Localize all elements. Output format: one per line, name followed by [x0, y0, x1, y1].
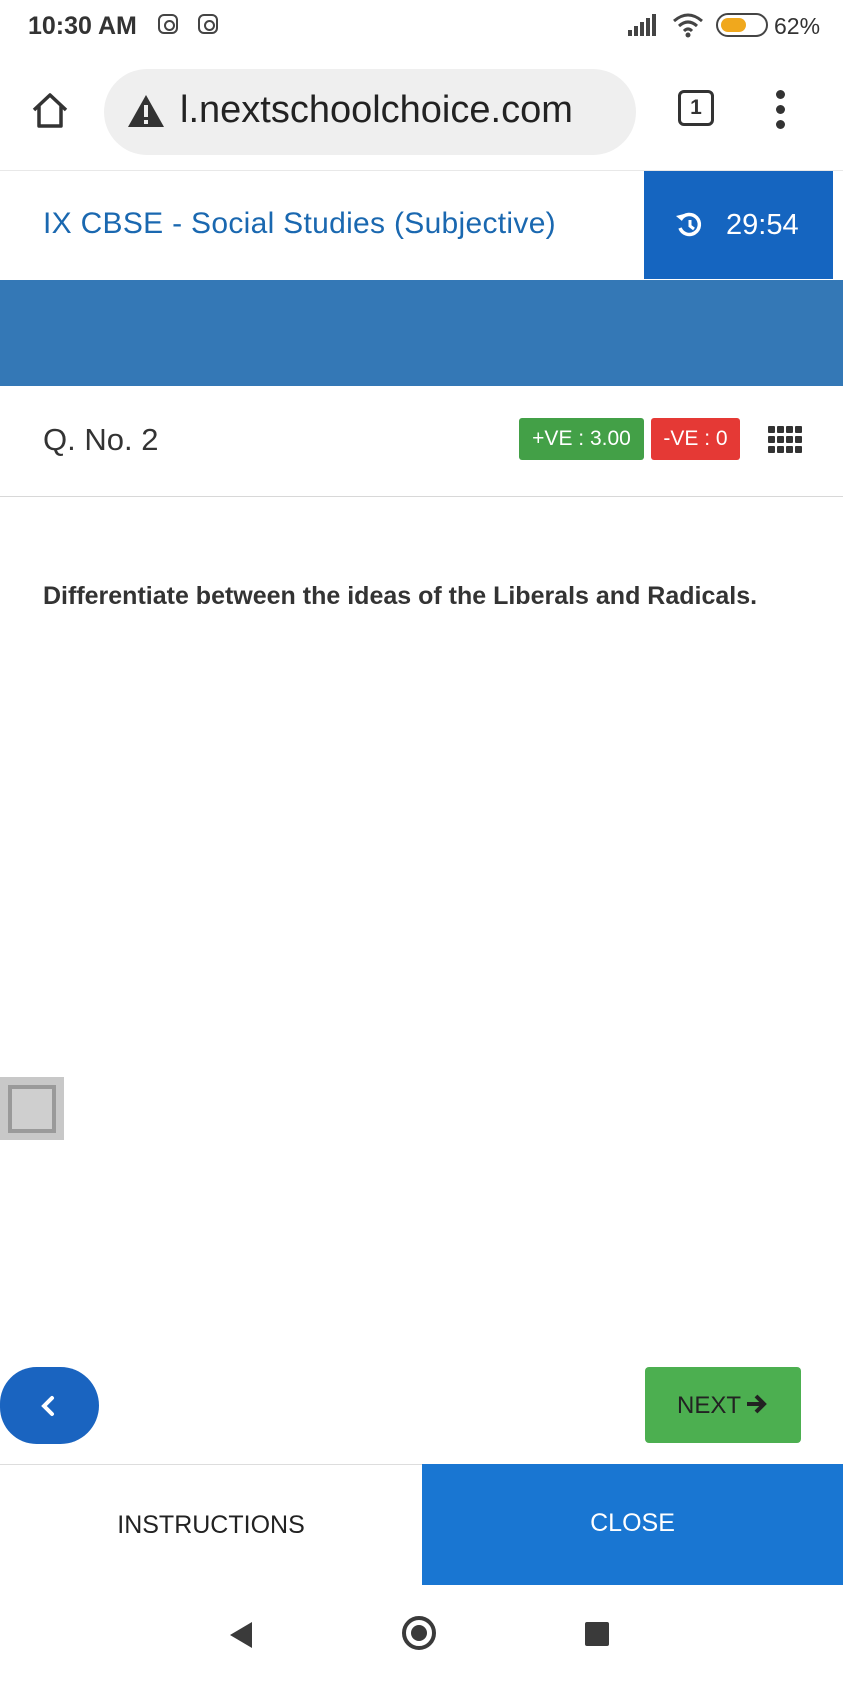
instagram-icon	[198, 14, 218, 34]
question-grid-icon[interactable]	[768, 426, 802, 453]
address-bar[interactable]: l.nextschoolchoice.com	[104, 69, 636, 155]
battery-percentage: 62%	[774, 13, 821, 39]
battery-icon	[716, 13, 768, 37]
exam-header: IX CBSE - Social Studies (Subjective) 29…	[0, 170, 843, 279]
more-vert-icon[interactable]	[776, 90, 786, 130]
bottom-action-bar: INSTRUCTIONS CLOSE	[0, 1464, 843, 1585]
battery-level-fill	[721, 18, 746, 32]
timer-value: 29:54	[726, 209, 799, 241]
home-button-icon[interactable]	[402, 1616, 436, 1650]
status-bar: 10:30 AM 62%	[0, 0, 843, 52]
back-icon[interactable]	[228, 1620, 254, 1650]
previous-button[interactable]	[0, 1367, 99, 1444]
tabs-icon[interactable]: 1	[678, 90, 714, 126]
wifi-icon	[673, 13, 703, 38]
close-button[interactable]: CLOSE	[422, 1464, 843, 1585]
url-text[interactable]: l.nextschoolchoice.com	[180, 89, 573, 132]
recent-apps-icon[interactable]	[585, 1622, 609, 1646]
system-navigation-bar	[0, 1590, 843, 1686]
history-icon	[676, 212, 702, 237]
negative-marks-badge: -VE : 0	[651, 418, 740, 460]
chevron-left-icon	[41, 1396, 54, 1416]
arrow-right-icon	[747, 1394, 767, 1414]
warning-icon[interactable]	[126, 93, 166, 129]
exam-title: IX CBSE - Social Studies (Subjective)	[43, 207, 556, 240]
status-time: 10:30 AM	[28, 12, 137, 40]
home-icon[interactable]	[30, 90, 70, 130]
browser-toolbar: l.nextschoolchoice.com 1	[0, 52, 843, 170]
question-text: Differentiate between the ideas of the L…	[43, 582, 758, 610]
floating-checkbox[interactable]	[0, 1077, 64, 1140]
question-number: Q. No. 2	[43, 422, 159, 457]
header-band	[0, 280, 843, 386]
next-label: NEXT	[677, 1392, 742, 1419]
positive-marks-badge: +VE : 3.00	[519, 418, 644, 460]
instagram-icon	[158, 14, 178, 34]
cellular-signal-icon	[628, 14, 656, 36]
instructions-button[interactable]: INSTRUCTIONS	[0, 1464, 422, 1585]
next-button[interactable]: NEXT	[645, 1367, 801, 1443]
question-header: Q. No. 2 +VE : 3.00 -VE : 0	[0, 386, 843, 497]
timer-panel: 29:54	[644, 171, 833, 279]
